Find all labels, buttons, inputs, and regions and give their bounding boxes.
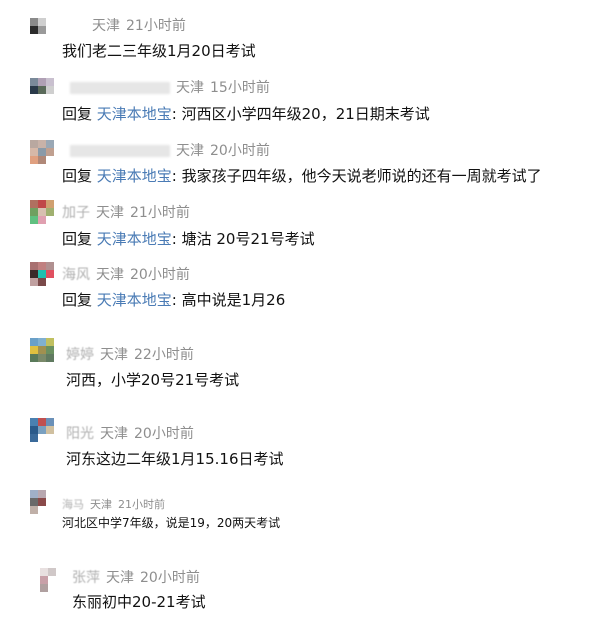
comment-meta: 天津 15小时前 xyxy=(70,80,270,96)
comment-meta: 海风 天津 20小时前 xyxy=(62,267,190,283)
comment-body: 我家孩子四年级，他今天说老师说的还有一周就考试了 xyxy=(181,167,542,185)
location-label: 天津 xyxy=(100,347,128,363)
comment-meta: 婷婷 天津 22小时前 xyxy=(66,347,194,363)
username[interactable]: 阳光 xyxy=(66,426,94,442)
username[interactable]: 海风 xyxy=(62,267,90,283)
avatar[interactable] xyxy=(30,140,54,164)
location-label: 天津 xyxy=(100,426,128,442)
comment-meta: 阳光 天津 20小时前 xyxy=(66,426,194,442)
comment-body: 高中说是1月26 xyxy=(181,291,286,309)
timestamp: 21小时前 xyxy=(126,18,186,34)
comment-body: 我们老二三年级1月20日考试 xyxy=(62,42,256,60)
location-label: 天津 xyxy=(96,267,124,283)
comment-text: 河西，小学20号21号考试 xyxy=(66,371,239,389)
timestamp: 20小时前 xyxy=(134,426,194,442)
timestamp: 20小时前 xyxy=(210,143,270,159)
reply-prefix: 回复 xyxy=(62,167,97,185)
reply-target-link[interactable]: 天津本地宝 xyxy=(97,291,172,309)
reply-target-link[interactable]: 天津本地宝 xyxy=(97,105,172,123)
location-label: 天津 xyxy=(176,80,204,96)
blurred-username xyxy=(70,145,170,157)
username[interactable]: 婷婷 xyxy=(66,347,94,363)
username[interactable]: 海马 xyxy=(62,498,84,511)
reply-colon: : xyxy=(171,291,182,309)
comment-meta: 张萍 天津 20小时前 xyxy=(72,570,200,586)
avatar[interactable] xyxy=(30,338,54,362)
reply-colon: : xyxy=(171,167,182,185)
reply-colon: : xyxy=(171,105,182,123)
avatar[interactable] xyxy=(30,18,54,42)
comment-meta: 加子 天津 21小时前 xyxy=(62,205,190,221)
reply-target-link[interactable]: 天津本地宝 xyxy=(97,167,172,185)
comment-text: 河北区中学7年级，说是19，20两天考试 xyxy=(62,516,280,531)
username[interactable]: 张萍 xyxy=(72,570,100,586)
avatar[interactable] xyxy=(30,262,54,286)
comment-body: 河东这边二年级1月15.16日考试 xyxy=(66,450,284,468)
timestamp: 20小时前 xyxy=(140,570,200,586)
location-label: 天津 xyxy=(92,18,120,34)
timestamp: 21小时前 xyxy=(118,498,165,511)
timestamp: 20小时前 xyxy=(130,267,190,283)
timestamp: 22小时前 xyxy=(134,347,194,363)
timestamp: 21小时前 xyxy=(130,205,190,221)
comment-meta: 天津 20小时前 xyxy=(70,143,270,159)
reply-colon: : xyxy=(171,230,182,248)
comment-text: 河东这边二年级1月15.16日考试 xyxy=(66,450,284,468)
comment-text: 我们老二三年级1月20日考试 xyxy=(62,42,256,60)
blurred-username xyxy=(70,82,170,94)
comment-text: 回复 天津本地宝: 河西区小学四年级20，21日期末考试 xyxy=(62,105,430,123)
comment-text: 回复 天津本地宝: 塘沽 20号21号考试 xyxy=(62,230,315,248)
comment-text: 回复 天津本地宝: 我家孩子四年级，他今天说老师说的还有一周就考试了 xyxy=(62,167,542,185)
avatar[interactable] xyxy=(30,78,54,102)
reply-prefix: 回复 xyxy=(62,291,97,309)
comment-body: 河西，小学20号21号考试 xyxy=(66,371,240,389)
avatar[interactable] xyxy=(30,418,54,442)
avatar[interactable] xyxy=(40,568,64,592)
location-label: 天津 xyxy=(176,143,204,159)
comment-body: 东丽初中20-21考试 xyxy=(72,593,206,611)
comment-text: 东丽初中20-21考试 xyxy=(72,593,206,611)
location-label: 天津 xyxy=(106,570,134,586)
location-label: 天津 xyxy=(90,498,112,511)
comment-body: 河北区中学7年级，说是19，20两天考试 xyxy=(62,516,281,530)
comment-meta: 海马 天津 21小时前 xyxy=(62,498,165,511)
comment-body: 河西区小学四年级20，21日期末考试 xyxy=(181,105,430,123)
timestamp: 15小时前 xyxy=(210,80,270,96)
reply-target-link[interactable]: 天津本地宝 xyxy=(97,230,172,248)
location-label: 天津 xyxy=(96,205,124,221)
comment-body: 塘沽 20号21号考试 xyxy=(181,230,315,248)
avatar[interactable] xyxy=(30,490,54,514)
reply-prefix: 回复 xyxy=(62,105,97,123)
avatar[interactable] xyxy=(30,200,54,224)
reply-prefix: 回复 xyxy=(62,230,97,248)
username[interactable]: 加子 xyxy=(62,205,90,221)
comment-meta: 天津 21小时前 xyxy=(86,18,186,34)
comment-text: 回复 天津本地宝: 高中说是1月26 xyxy=(62,291,285,309)
